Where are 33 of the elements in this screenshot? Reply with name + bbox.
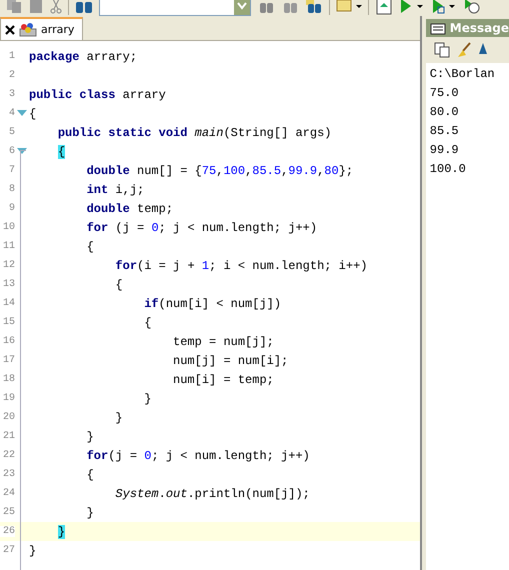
code-line: int i,j; bbox=[86, 182, 144, 196]
code-line: for(i = j + 1; i < num.length; i++) bbox=[114, 258, 368, 272]
code-line: for (j = 0; j < num.length; j++) bbox=[86, 220, 318, 234]
code-line: } bbox=[143, 392, 152, 406]
output-line: 75.0 bbox=[428, 85, 460, 102]
code-line: num[j] = num[i]; bbox=[172, 354, 288, 368]
code-line: temp = num[j]; bbox=[172, 334, 274, 348]
panel-title: Message bbox=[450, 21, 509, 35]
output-line: 85.5 bbox=[428, 123, 460, 140]
code-line: } bbox=[114, 410, 123, 424]
code-line: { bbox=[143, 316, 152, 330]
code-line: { bbox=[86, 468, 94, 482]
code-line: { bbox=[29, 106, 36, 120]
code-line: System.out.println(num[j]); bbox=[114, 486, 310, 500]
code-line: } bbox=[86, 430, 94, 444]
code-line: double temp; bbox=[86, 202, 174, 216]
file-tab[interactable]: arrary bbox=[0, 17, 84, 40]
code-line: } bbox=[29, 544, 36, 558]
code-line: num[i] = temp; bbox=[172, 372, 274, 386]
output-line: 100.0 bbox=[428, 161, 467, 178]
code-line: { bbox=[114, 278, 123, 292]
line-number: 26 bbox=[0, 526, 15, 537]
code-line: if(num[i] < num[j]) bbox=[143, 296, 282, 310]
code-line: public class arrary bbox=[29, 88, 166, 102]
code-line: public static void main(String[] args) bbox=[56, 126, 332, 140]
code-line: for(j = 0; j < num.length; j++) bbox=[86, 448, 310, 462]
code-line: } bbox=[86, 506, 94, 520]
code-line: { bbox=[86, 240, 94, 254]
output-line: 99.9 bbox=[428, 142, 460, 159]
code-line: double num[] = {75,100,85.5,99.9,80}; bbox=[86, 164, 354, 178]
code-line: package arrary; bbox=[29, 50, 138, 64]
output-line: C:\Borlan bbox=[428, 66, 496, 83]
output-line: 80.0 bbox=[428, 104, 460, 121]
